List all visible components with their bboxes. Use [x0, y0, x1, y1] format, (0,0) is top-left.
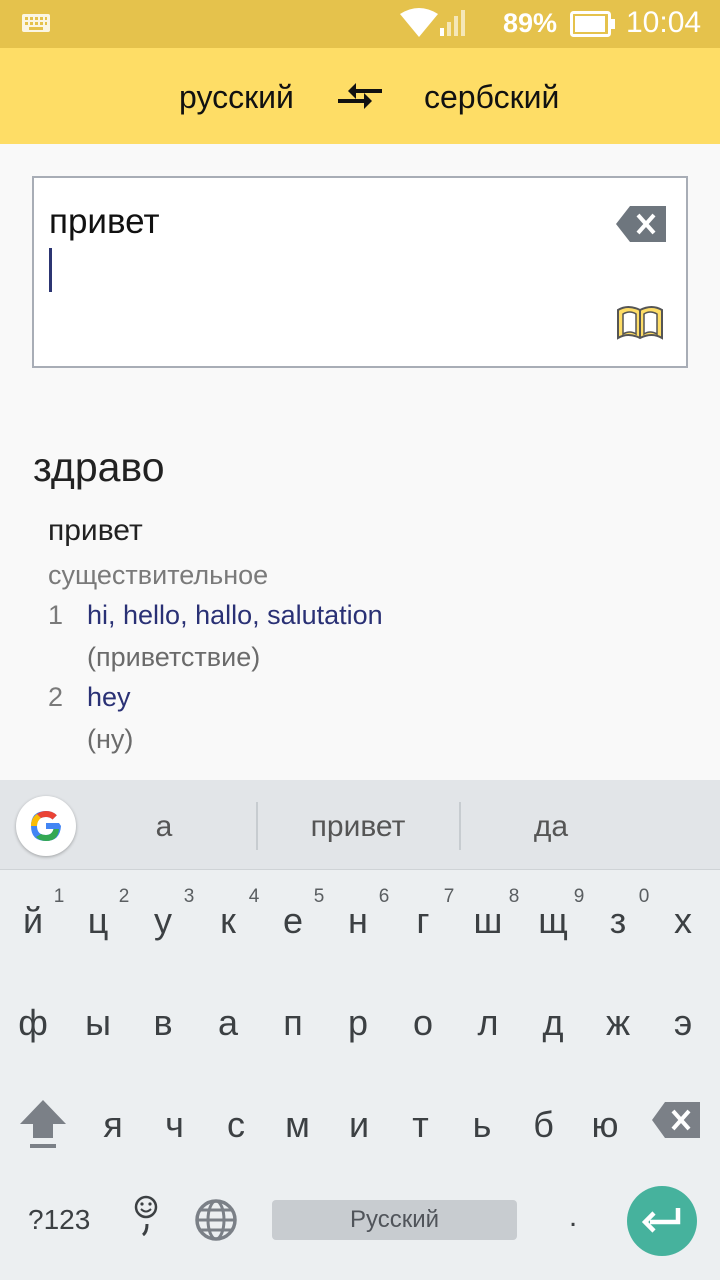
key-hint-3: 4 — [248, 886, 260, 907]
key-hint-5: 6 — [378, 886, 390, 907]
key-row3-7[interactable]: б — [514, 1104, 574, 1146]
key-row2-3[interactable]: а — [198, 1002, 258, 1044]
key-row1-10[interactable]: х — [653, 900, 713, 942]
key-row2-8[interactable]: д — [523, 1002, 583, 1044]
battery-percentage: 89% — [503, 8, 558, 38]
key-row3-1[interactable]: ч — [145, 1104, 205, 1146]
sense-translations[interactable]: hey — [87, 682, 131, 713]
key-hint-8: 9 — [573, 886, 585, 907]
key-hint-9: 0 — [638, 886, 650, 907]
keyboard: й1ц2у3к4е5н6г7ш8щ9з0х фывапролджэ ячсмит… — [0, 870, 720, 1280]
signal-icon — [440, 10, 465, 36]
key-row2-7[interactable]: л — [458, 1002, 518, 1044]
clock: 10:04 — [626, 6, 702, 39]
globe-icon[interactable] — [194, 1198, 238, 1242]
sense-gloss: (приветствие) — [87, 642, 261, 672]
entry-headword: привет — [48, 514, 143, 547]
status-bar: 89% 10:04 — [0, 0, 720, 48]
key-hint-0: 1 — [53, 886, 65, 907]
sense-number: 1 — [48, 600, 64, 630]
symbols-key[interactable]: ?123 — [28, 1204, 90, 1236]
key-row2-4[interactable]: п — [263, 1002, 323, 1044]
key-row2-9[interactable]: ж — [588, 1002, 648, 1044]
backspace-clear-icon[interactable] — [616, 206, 666, 242]
keyboard-icon — [22, 14, 50, 32]
key-row2-10[interactable]: э — [653, 1002, 713, 1044]
language-bar: русский сербский — [0, 48, 720, 144]
google-g-icon — [31, 811, 61, 841]
suggestion-item[interactable]: а — [64, 810, 264, 844]
suggestion-bar: а привет да — [0, 780, 720, 870]
sense-gloss: (ну) — [87, 724, 134, 754]
key-row2-6[interactable]: о — [393, 1002, 453, 1044]
key-row2-0[interactable]: ф — [3, 1002, 63, 1044]
emoji-icon[interactable] — [133, 1194, 159, 1236]
key-row3-5[interactable]: т — [391, 1104, 451, 1146]
enter-arrow-icon — [642, 1208, 681, 1233]
sense-translations[interactable]: hi, hello, hallo, salutation — [87, 600, 383, 631]
period-key[interactable]: . — [563, 1200, 583, 1234]
key-row2-1[interactable]: ы — [68, 1002, 128, 1044]
key-row3-0[interactable]: я — [83, 1104, 143, 1146]
suggestion-item[interactable]: привет — [258, 810, 458, 844]
result-translation[interactable]: здраво — [33, 444, 165, 491]
sense-number: 2 — [48, 682, 64, 712]
translation-input[interactable]: привет — [32, 176, 688, 368]
source-language-button[interactable]: русский — [179, 79, 294, 116]
key-row3-6[interactable]: ь — [452, 1104, 512, 1146]
input-text[interactable]: привет — [49, 202, 160, 242]
enter-button[interactable] — [627, 1186, 697, 1256]
key-hint-7: 8 — [508, 886, 520, 907]
key-hint-4: 5 — [313, 886, 325, 907]
wifi-icon — [400, 8, 438, 37]
part-of-speech: существительное — [48, 560, 269, 590]
key-row2-2[interactable]: в — [133, 1002, 193, 1044]
suggestion-item[interactable]: да — [451, 810, 651, 844]
key-row3-2[interactable]: с — [206, 1104, 266, 1146]
target-language-button[interactable]: сербский — [424, 79, 559, 116]
key-hint-6: 7 — [443, 886, 455, 907]
dictionary-book-icon[interactable] — [616, 304, 664, 342]
key-hint-2: 3 — [183, 886, 195, 907]
key-row3-3[interactable]: м — [268, 1104, 328, 1146]
space-bar[interactable]: Русский — [272, 1200, 517, 1240]
key-row3-4[interactable]: и — [329, 1104, 389, 1146]
swap-arrows-icon[interactable] — [338, 82, 382, 112]
key-hint-1: 2 — [118, 886, 130, 907]
key-row2-5[interactable]: р — [328, 1002, 388, 1044]
backspace-icon[interactable] — [652, 1102, 700, 1138]
shift-icon[interactable] — [18, 1098, 68, 1150]
key-row3-8[interactable]: ю — [575, 1104, 635, 1146]
text-cursor — [49, 248, 52, 292]
battery-icon — [570, 11, 615, 37]
